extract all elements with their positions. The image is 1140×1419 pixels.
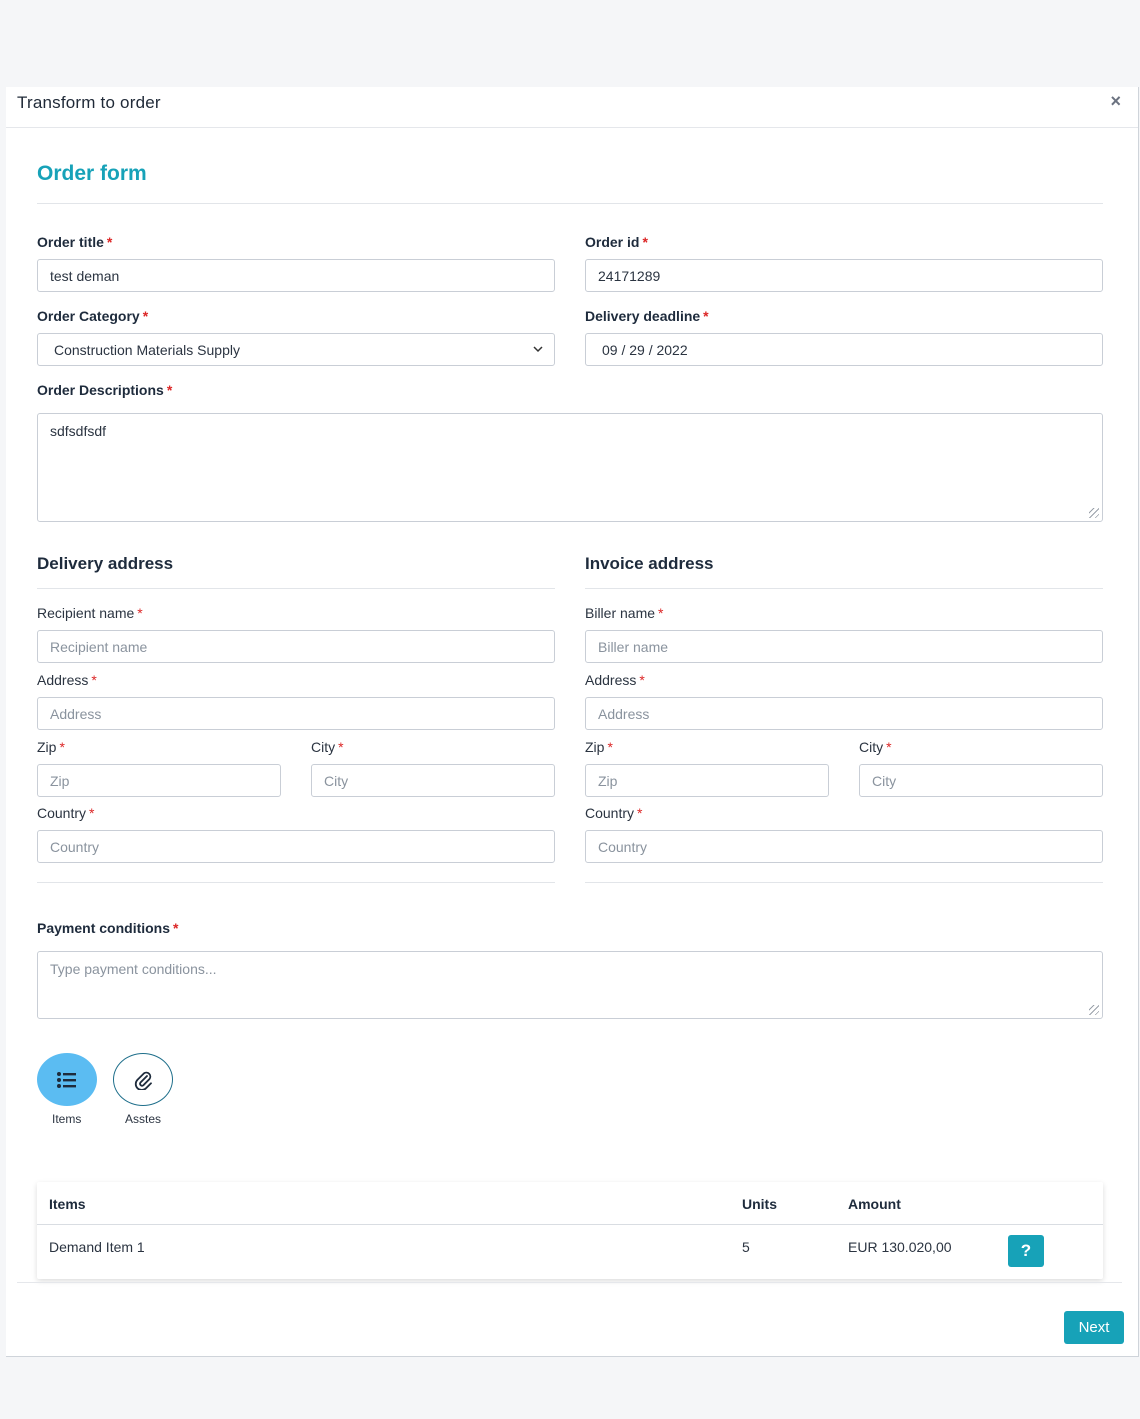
invoice-address-input[interactable]: Address: [585, 697, 1103, 730]
required-mark: *: [607, 739, 613, 755]
required-mark: *: [886, 739, 892, 755]
section-title: Order form: [37, 162, 147, 185]
required-mark: *: [106, 234, 113, 250]
order-category-label-text: Order Category: [37, 308, 140, 324]
divider: [37, 203, 1103, 204]
required-mark: *: [166, 382, 173, 398]
delivery-zip-label: Zip *: [37, 739, 65, 755]
payment-conditions-label: Payment conditions *: [37, 920, 178, 936]
order-id-label: Order id *: [585, 234, 648, 250]
items-table: Items Units Amount Demand Item 1 5 EUR 1…: [37, 1182, 1103, 1279]
order-title-label: Order title *: [37, 234, 112, 250]
required-mark: *: [89, 805, 95, 821]
table-header-divider: [37, 1224, 1103, 1225]
required-mark: *: [658, 605, 664, 621]
required-mark: *: [637, 805, 643, 821]
modal-title: Transform to order: [17, 93, 161, 112]
invoice-country-label-text: Country: [585, 805, 635, 821]
delivery-city-label: City *: [311, 739, 344, 755]
assets-tab-button[interactable]: [113, 1053, 173, 1106]
order-descriptions-value: sdfsdfsdf: [50, 423, 107, 439]
required-mark: *: [703, 308, 709, 324]
required-mark: *: [142, 308, 149, 324]
transform-order-modal: Transform to order × Order form Order ti…: [6, 87, 1139, 1357]
divider: [37, 882, 555, 883]
recipient-name-label-text: Recipient name: [37, 605, 135, 621]
required-mark: *: [642, 234, 648, 250]
chevron-down-icon: [533, 346, 543, 353]
delivery-address-title: Delivery address: [37, 554, 174, 573]
divider: [585, 882, 1103, 883]
required-mark: *: [173, 920, 179, 936]
divider: [37, 588, 555, 589]
row-item-name: Demand Item 1: [49, 1239, 145, 1255]
invoice-zip-input[interactable]: Zip: [585, 764, 829, 797]
resize-handle-icon[interactable]: [1089, 508, 1099, 518]
invoice-zip-label-text: Zip: [585, 739, 605, 755]
order-id-input[interactable]: 24171289: [585, 259, 1103, 292]
help-button[interactable]: ?: [1008, 1235, 1044, 1267]
order-title-input[interactable]: test deman: [37, 259, 555, 292]
delivery-country-input[interactable]: Country: [37, 830, 555, 863]
biller-name-label-text: Biller name: [585, 605, 656, 621]
invoice-country-label: Country *: [585, 805, 642, 821]
invoice-country-input[interactable]: Country: [585, 830, 1103, 863]
order-category-value: Construction Materials Supply: [54, 341, 240, 358]
delivery-country-label-text: Country: [37, 805, 87, 821]
payment-conditions-textarea[interactable]: Type payment conditions...: [37, 951, 1103, 1019]
biller-name-input[interactable]: Biller name: [585, 630, 1103, 663]
list-icon: [57, 1071, 76, 1088]
row-units: 5: [742, 1239, 750, 1255]
order-id-label-text: Order id: [585, 234, 640, 250]
invoice-address-label: Address *: [585, 672, 645, 688]
delivery-deadline-label-text: Delivery deadline: [585, 308, 701, 324]
recipient-name-input[interactable]: Recipient name: [37, 630, 555, 663]
recipient-name-label: Recipient name *: [37, 605, 143, 621]
delivery-country-label: Country *: [37, 805, 94, 821]
required-mark: *: [639, 672, 645, 688]
required-mark: *: [137, 605, 143, 621]
items-tab-label: Items: [52, 1112, 82, 1126]
paperclip-icon: [134, 1071, 152, 1090]
order-descriptions-label-text: Order Descriptions: [37, 382, 164, 398]
items-tab-button[interactable]: [37, 1053, 97, 1106]
delivery-address-label: Address *: [37, 672, 97, 688]
column-header-amount: Amount: [848, 1196, 901, 1212]
row-amount: EUR 130.020,00: [848, 1239, 952, 1255]
payment-conditions-placeholder: Type payment conditions...: [50, 961, 217, 977]
column-header-items: Items: [49, 1196, 86, 1212]
invoice-city-input[interactable]: City: [859, 764, 1103, 797]
delivery-zip-input[interactable]: Zip: [37, 764, 281, 797]
delivery-deadline-input[interactable]: 09 / 29 / 2022: [585, 333, 1103, 366]
delivery-address-label-text: Address: [37, 672, 89, 688]
invoice-zip-label: Zip *: [585, 739, 613, 755]
delivery-city-label-text: City: [311, 739, 336, 755]
required-mark: *: [59, 739, 65, 755]
order-descriptions-textarea[interactable]: sdfsdfsdf: [37, 413, 1103, 522]
footer-divider: [17, 1282, 1122, 1283]
invoice-city-label-text: City: [859, 739, 884, 755]
delivery-zip-label-text: Zip: [37, 739, 57, 755]
close-icon[interactable]: ×: [1110, 91, 1121, 112]
order-category-select[interactable]: Construction Materials Supply: [37, 333, 555, 366]
biller-name-label: Biller name *: [585, 605, 663, 621]
delivery-deadline-label: Delivery deadline *: [585, 308, 709, 324]
invoice-address-title: Invoice address: [585, 554, 714, 573]
delivery-address-input[interactable]: Address: [37, 697, 555, 730]
resize-handle-icon[interactable]: [1089, 1005, 1099, 1015]
invoice-address-label-text: Address: [585, 672, 637, 688]
required-mark: *: [91, 672, 97, 688]
invoice-city-label: City *: [859, 739, 892, 755]
order-category-label: Order Category *: [37, 308, 148, 324]
payment-conditions-label-text: Payment conditions: [37, 920, 171, 936]
order-descriptions-label: Order Descriptions *: [37, 382, 172, 398]
delivery-city-input[interactable]: City: [311, 764, 555, 797]
divider: [585, 588, 1103, 589]
modal-header: Transform to order ×: [6, 87, 1138, 128]
order-title-label-text: Order title: [37, 234, 104, 250]
next-button[interactable]: Next: [1064, 1311, 1124, 1344]
required-mark: *: [338, 739, 344, 755]
assets-tab-label: Asstes: [125, 1112, 162, 1126]
column-header-units: Units: [742, 1196, 777, 1212]
